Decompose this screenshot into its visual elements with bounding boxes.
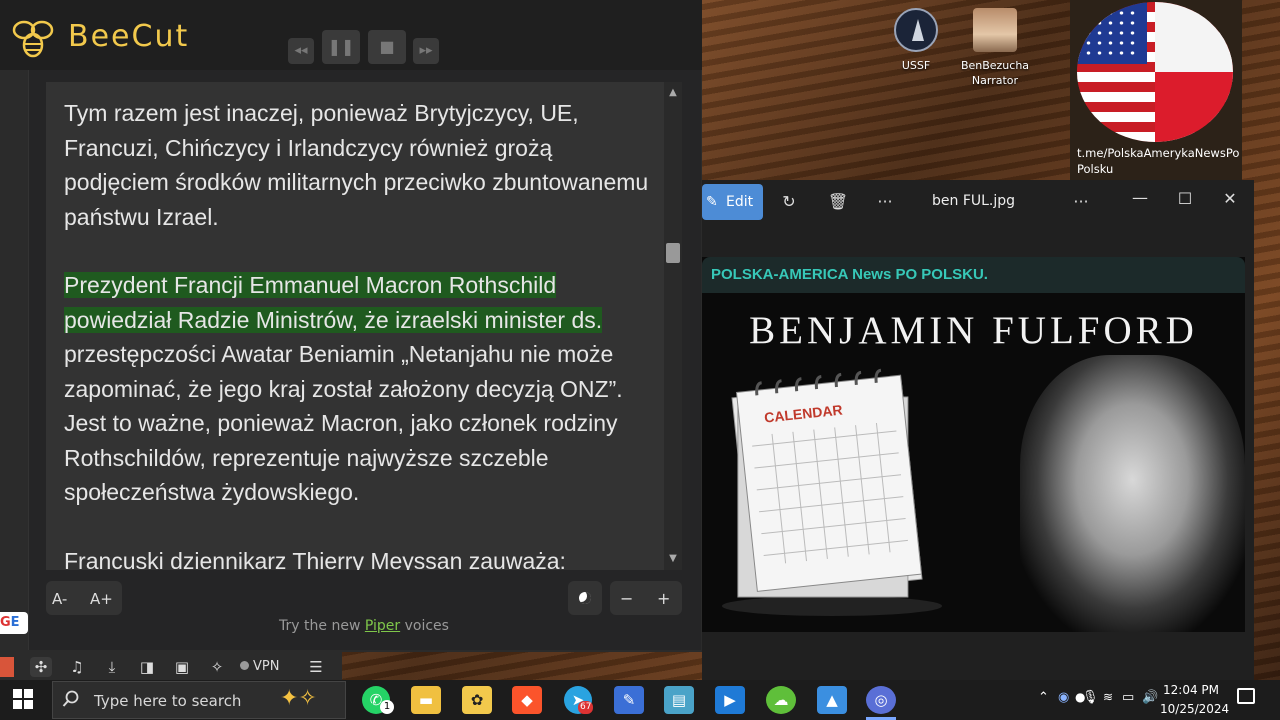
pause-button[interactable]: ❚❚ [322,30,360,64]
search-placeholder: Type here to search [94,692,242,710]
ussf-emblem-icon [894,8,938,52]
piper-promo: Try the new Piper voices [28,618,700,634]
desktop-icon-narrator[interactable]: BenBezucha Narrator [954,8,1036,88]
whatsapp-badge: 1 [380,700,394,714]
tray-app-icon[interactable]: ◉ [1058,690,1069,705]
app-title: BeeCut [68,19,190,54]
rotate-icon[interactable]: ↻ [777,192,801,211]
maximize-icon[interactable]: ☐ [1173,189,1197,208]
beecut-taskbar-icon[interactable]: ✿ [462,686,492,714]
scroll-up-icon[interactable]: ▲ [664,87,682,98]
clock-time[interactable]: 12:04 PM [1163,683,1219,697]
sidebar-icon[interactable]: ◨ [136,657,158,677]
text-reader-area[interactable]: Tym razem jest inaczej, ponieważ Brytyjc… [46,82,666,570]
minimize-icon[interactable]: — [1128,188,1152,207]
menu-icon[interactable]: ☰ [305,657,327,677]
theme-toggle-button[interactable] [568,581,602,615]
paragraph: Tym razem jest inaczej, ponieważ Brytyjc… [64,96,654,234]
font-smaller-button[interactable]: A- [52,590,76,608]
scroll-down-icon[interactable]: ▼ [664,553,682,564]
tray-overflow-icon[interactable]: ⌃ [1038,690,1049,705]
vpn-status-icon [240,661,249,670]
scrollbar-thumb[interactable] [666,243,680,263]
telegram-badge: 67 [578,701,594,714]
image-heading: BENJAMIN FULFORD [749,309,1198,352]
windows-logo-icon [13,689,33,709]
decrease-button[interactable]: − [620,589,633,608]
increase-button[interactable]: + [657,589,670,608]
piper-link[interactable]: Piper [365,618,400,634]
photo-filename: ben FUL.jpg [932,193,1016,209]
paragraph: Francuski dziennikarz Thierry Meyssan za… [64,544,654,571]
network-icon[interactable]: ▭ [1122,690,1134,705]
us-poland-flag-icon [1077,2,1233,142]
cloud-app-icon[interactable]: ☁ [766,686,796,714]
narrator-avatar-icon [973,8,1017,52]
scrollbar[interactable] [664,82,682,570]
banner-text: POLSKA-AMERICA News PO POLSKU. [711,266,988,283]
portrait-photo [1020,355,1245,632]
chrome-icon[interactable]: GE [0,612,28,634]
app-circle-icon[interactable]: ◎ [866,686,896,714]
paragraph-text: Tym razem jest inaczej, ponieważ Brytyjc… [64,100,649,230]
notifications-icon[interactable] [1237,688,1255,704]
window-more-icon[interactable]: ··· [1069,192,1093,211]
spoken-highlight: Prezydent Francji Emmanuel Macron Rothsc… [64,272,603,333]
paragraph-current: Prezydent Francji Emmanuel Macron Rothsc… [64,268,654,510]
search-icon [62,690,80,708]
clock-date[interactable]: 10/25/2024 [1160,702,1229,716]
bee-logo-icon [12,20,54,58]
paragraph-text: Francuski dziennikarz Thierry Meyssan za… [64,547,566,571]
vpn-button[interactable]: VPN [240,656,292,678]
flag-tile-caption: t.me/PolskaAmerykaNewsPo Polsku [1077,146,1240,176]
image-banner: POLSKA-AMERICA News PO POLSKU. [702,257,1245,293]
edit-label: Edit [726,194,754,210]
vpn-label: VPN [253,659,280,674]
copilot-sparkle-icon[interactable]: ✦✧ [280,686,317,711]
delete-icon[interactable]: 🗑 [826,192,850,211]
file-explorer-icon[interactable]: ▬ [411,686,441,714]
paragraph-text: przestępczości Awatar Beniamin „Netanjah… [64,341,623,505]
rewind-button[interactable]: ◂◂ [288,38,314,64]
ai-sparkle-icon[interactable]: ✧ [206,657,228,677]
edit-button[interactable]: ✎ Edit [702,184,763,220]
pinned-icon[interactable] [0,657,14,677]
music-icon[interactable]: ♫ [66,657,88,677]
photos-app-icon[interactable]: ▲ [817,686,847,714]
brave-icon[interactable]: ◆ [512,686,542,714]
moon-icon [579,592,591,604]
desktop-icon-ussf[interactable]: USSF [890,8,942,73]
paint-tool-icon[interactable]: ✎ [614,686,644,714]
photos-bottom-toolbar [702,640,1254,680]
wallet-icon[interactable]: ▣ [171,657,193,677]
forward-button[interactable]: ▸▸ [413,38,439,64]
notes-icon[interactable]: ▤ [664,686,694,714]
promo-text: voices [400,618,449,634]
calendar-illustration: CALENDAR [722,368,942,616]
volume-icon[interactable]: 🔊 [1142,690,1158,705]
download-icon[interactable]: ⤓ [101,657,123,677]
extensions-icon[interactable]: ✣ [30,657,52,677]
close-icon[interactable]: ✕ [1218,189,1242,208]
more-options-icon[interactable]: ··· [873,192,897,211]
desktop-icon-label: USSF [901,59,931,72]
video-player-icon[interactable]: ▶ [715,686,745,714]
wifi-icon[interactable]: ≋ [1103,690,1113,704]
font-larger-button[interactable]: A+ [90,590,116,608]
desktop-icon-label: BenBezucha Narrator [960,59,1030,87]
edit-pencil-icon: ✎ [706,194,718,210]
promo-text: Try the new [279,618,365,634]
stop-button[interactable]: ■ [368,30,406,64]
start-button[interactable] [12,688,36,712]
microphone-icon[interactable]: 🎙 [1082,690,1099,705]
